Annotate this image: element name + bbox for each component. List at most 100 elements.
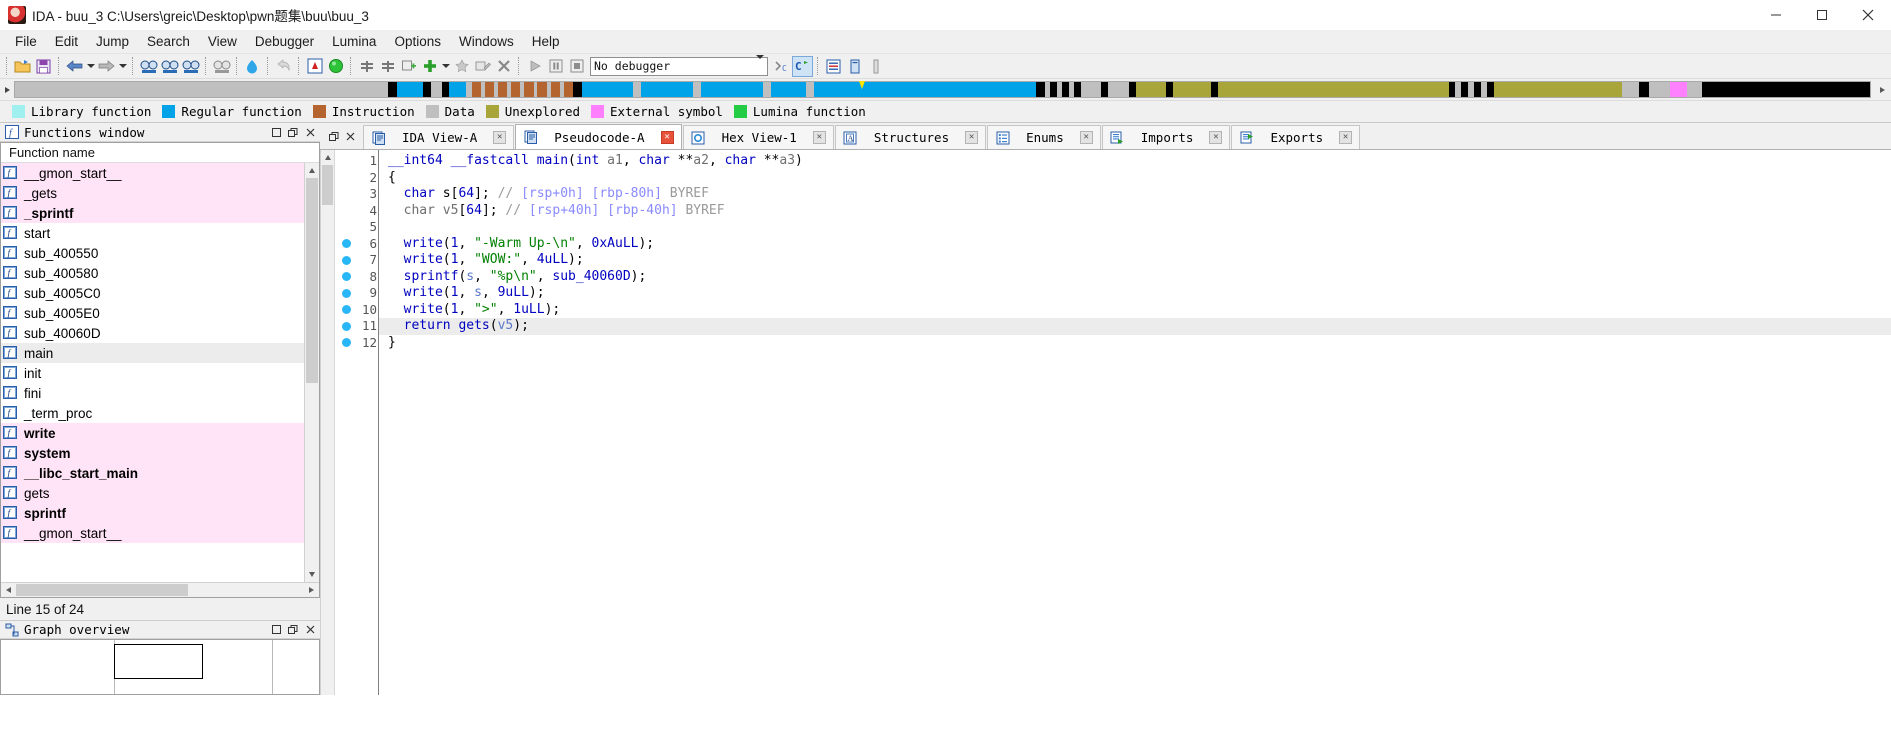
- function-list-item[interactable]: f _term_proc: [1, 403, 304, 423]
- functions-vertical-scrollbar[interactable]: [304, 163, 319, 582]
- function-list-item[interactable]: f sub_400550: [1, 243, 304, 263]
- run-icon[interactable]: [524, 56, 545, 77]
- tab-close-icon[interactable]: ✕: [812, 131, 826, 144]
- scroll-thumb[interactable]: [322, 165, 333, 205]
- search-text-icon[interactable]: [159, 56, 180, 77]
- breakpoint-marker-slot[interactable]: [335, 236, 357, 253]
- close-panel-icon[interactable]: [302, 622, 318, 638]
- breakpoint-dot-icon[interactable]: [341, 338, 351, 348]
- debugger-options-icon[interactable]: C: [771, 56, 792, 77]
- maximize-button[interactable]: [1799, 0, 1845, 30]
- strings-icon[interactable]: [844, 56, 865, 77]
- scroll-up-icon[interactable]: [321, 150, 334, 165]
- add-breakpoint-icon[interactable]: [356, 56, 377, 77]
- function-list-item[interactable]: f sub_4005C0: [1, 283, 304, 303]
- function-list-item[interactable]: f sub_4005E0: [1, 303, 304, 323]
- delete-function-icon[interactable]: [493, 56, 514, 77]
- menu-edit[interactable]: Edit: [46, 31, 87, 52]
- function-list-item[interactable]: f write: [1, 423, 304, 443]
- tab-close-icon[interactable]: ✕: [1079, 131, 1093, 144]
- scroll-thumb-h[interactable]: [16, 584, 188, 596]
- float-panel-icon[interactable]: [285, 124, 301, 140]
- breakpoint-dot-icon[interactable]: [341, 288, 351, 298]
- tab-close-icon[interactable]: ✕: [660, 130, 674, 144]
- function-list-item[interactable]: f sub_400580: [1, 263, 304, 283]
- menu-windows[interactable]: Windows: [450, 31, 523, 52]
- menu-view[interactable]: View: [199, 31, 246, 52]
- reload-icon[interactable]: C: [792, 55, 813, 77]
- function-list-item[interactable]: f _gets: [1, 183, 304, 203]
- tab-restore-icon[interactable]: [325, 128, 342, 145]
- breakpoint-marker-slot[interactable]: [335, 203, 357, 220]
- tab-enums[interactable]: Enums ✕: [987, 125, 1101, 149]
- code-line[interactable]: write(1, ">", 1uLL);: [379, 302, 1891, 319]
- breakpoint-marker-slot[interactable]: [335, 252, 357, 269]
- code-line[interactable]: write(1, s, 9uLL);: [379, 285, 1891, 302]
- graph-overview-body[interactable]: [0, 639, 320, 695]
- breakpoint-marker-slot[interactable]: [335, 170, 357, 187]
- scroll-thumb[interactable]: [306, 178, 318, 383]
- menu-lumina[interactable]: Lumina: [323, 31, 385, 52]
- breakpoint-marker-slot[interactable]: [335, 335, 357, 352]
- breakpoint-dot-icon[interactable]: [341, 321, 351, 331]
- color-marker-icon[interactable]: [242, 56, 263, 77]
- code-line[interactable]: char v5[64]; // [rsp+40h] [rbp-40h] BYRE…: [379, 203, 1891, 220]
- breakpoint-dot-icon[interactable]: [341, 239, 351, 249]
- menu-jump[interactable]: Jump: [87, 31, 138, 52]
- breakpoint-marker-slot[interactable]: [335, 153, 357, 170]
- close-button[interactable]: [1845, 0, 1891, 30]
- function-list-item[interactable]: f __gmon_start__: [1, 523, 304, 543]
- add-breakpoint-3-icon[interactable]: [398, 56, 419, 77]
- search-binary-icon[interactable]: [138, 56, 159, 77]
- stop-icon[interactable]: [566, 56, 587, 77]
- pseudocode-left-scrollbar[interactable]: [320, 150, 335, 695]
- tab-hex-view-1[interactable]: Hex View-1 ✕: [682, 125, 834, 149]
- code-line[interactable]: write(1, "-Warm Up-\n", 0xAuLL);: [379, 236, 1891, 253]
- scroll-right-icon[interactable]: [304, 583, 319, 597]
- search-sequence-icon[interactable]: [180, 56, 201, 77]
- pause-icon[interactable]: [545, 56, 566, 77]
- tab-close-icon[interactable]: ✕: [1209, 131, 1223, 144]
- debugger-select[interactable]: No debugger: [590, 55, 768, 76]
- code-line[interactable]: write(1, "WOW:", 4uLL);: [379, 252, 1891, 269]
- function-list-item[interactable]: f system: [1, 443, 304, 463]
- tab-imports[interactable]: Imports ✕: [1101, 125, 1231, 149]
- tab-close-icon[interactable]: ✕: [1339, 131, 1353, 144]
- menu-file[interactable]: File: [6, 31, 46, 52]
- function-list-item[interactable]: f sub_40060D: [1, 323, 304, 343]
- tab-close-icon[interactable]: ✕: [965, 131, 979, 144]
- undo-icon[interactable]: [273, 56, 294, 77]
- navband-next-icon[interactable]: [1873, 79, 1891, 101]
- minimize-panel-icon[interactable]: [268, 622, 284, 638]
- function-list-item[interactable]: f start: [1, 223, 304, 243]
- navigation-band[interactable]: [14, 81, 1871, 98]
- menu-search[interactable]: Search: [138, 31, 199, 52]
- code-line[interactable]: sprintf(s, "%p\n", sub_40060D);: [379, 269, 1891, 286]
- breakpoint-dot-icon[interactable]: [341, 272, 351, 282]
- pseudocode-text[interactable]: __int64 __fastcall main(int a1, char **a…: [379, 150, 1891, 695]
- breakpoint-marker-slot[interactable]: [335, 186, 357, 203]
- tab-ida-view-a[interactable]: IDA View-A ✕: [363, 125, 515, 149]
- scroll-left-icon[interactable]: [1, 583, 16, 597]
- scroll-track-h[interactable]: [16, 583, 304, 597]
- star-icon[interactable]: [451, 56, 472, 77]
- navband-cursor[interactable]: [859, 81, 866, 100]
- navband-prev-icon[interactable]: [0, 79, 14, 101]
- edit-function-icon[interactable]: [472, 56, 493, 77]
- scroll-track[interactable]: [321, 165, 334, 695]
- function-list-item[interactable]: f sprintf: [1, 503, 304, 523]
- menu-help[interactable]: Help: [523, 31, 569, 52]
- function-list-item[interactable]: f main: [1, 343, 304, 363]
- forward-arrow-icon[interactable]: [96, 56, 117, 77]
- float-panel-icon[interactable]: [285, 622, 301, 638]
- close-panel-icon[interactable]: [302, 124, 318, 140]
- tab-pseudocode-a[interactable]: Pseudocode-A ✕: [515, 124, 682, 149]
- forward-dropdown-icon[interactable]: [117, 56, 128, 77]
- plus-green-icon[interactable]: [419, 56, 440, 77]
- function-list-item[interactable]: f init: [1, 363, 304, 383]
- breakpoint-dot-icon[interactable]: [341, 255, 351, 265]
- code-line[interactable]: return gets(v5);: [379, 318, 1891, 335]
- functions-horizontal-scrollbar[interactable]: [1, 582, 319, 597]
- pseudocode-breakpoint-gutter[interactable]: [335, 150, 357, 695]
- graph-overview-viewport[interactable]: [114, 644, 203, 679]
